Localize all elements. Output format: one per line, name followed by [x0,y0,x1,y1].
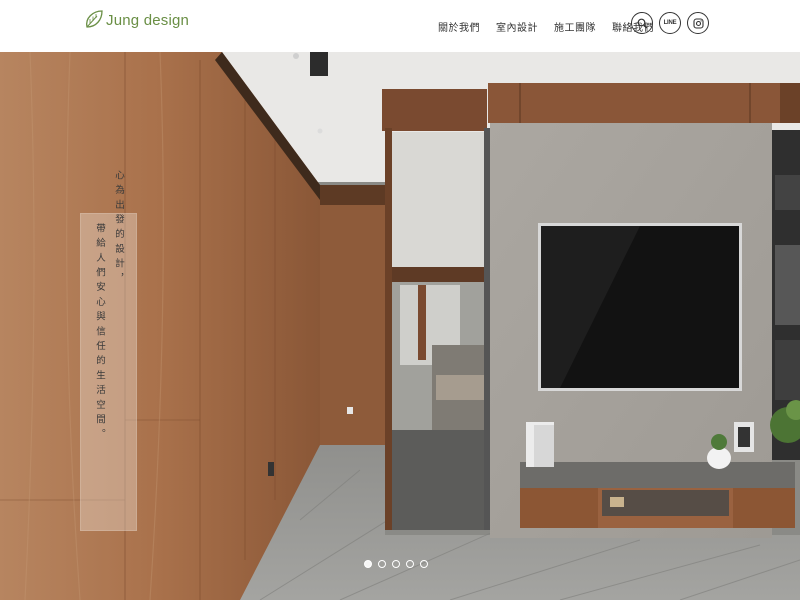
carousel-dot-2[interactable] [378,560,386,568]
brand-logo[interactable]: Jung design [84,7,189,33]
search-button[interactable] [631,12,653,34]
carousel-dots [364,560,434,568]
quote-panel [80,213,137,531]
nav-item-about[interactable]: 關於我們 [438,19,480,34]
hero-slideshow[interactable] [0,52,800,600]
line-icon: LINE [663,20,677,26]
leaf-logo-icon [86,10,103,28]
carousel-dot-4[interactable] [406,560,414,568]
carousel-dot-1[interactable] [364,560,372,568]
line-button[interactable]: LINE [659,12,681,34]
instagram-button[interactable] [687,12,709,34]
brand-name: Jung design [106,11,190,29]
carousel-dot-3[interactable] [392,560,400,568]
quote-line-1: 心為出發的設計， [113,170,124,288]
nav-item-interior-design[interactable]: 室內設計 [496,19,538,34]
carousel-dot-5[interactable] [420,560,428,568]
instagram-icon [692,17,704,29]
nav-item-construction-team[interactable]: 施工團隊 [554,19,596,34]
search-icon [637,18,647,28]
quote-line-2: 帶給人們安心與信任的生活空間。 [94,223,105,444]
site-header: Jung design 關於我們 室內設計 施工團隊 聯絡我們 LINE [0,0,800,52]
